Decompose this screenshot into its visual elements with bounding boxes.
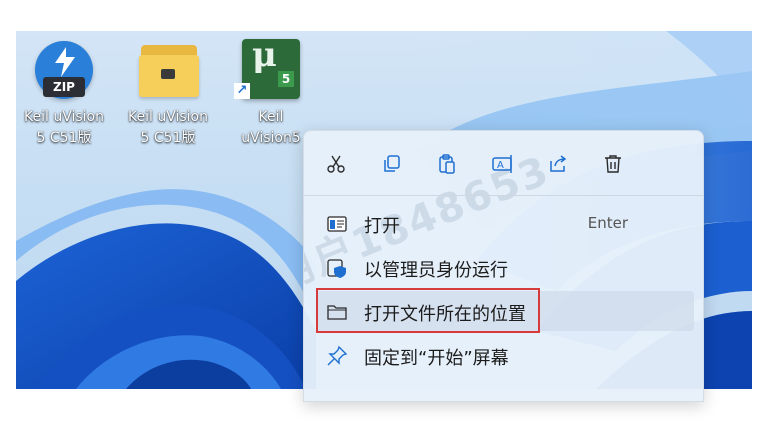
delete-icon[interactable] bbox=[598, 149, 628, 179]
desktop-icon-label: Keil uVision 5 C51版 bbox=[128, 109, 208, 146]
paste-icon[interactable] bbox=[432, 149, 462, 179]
desktop-icon-keil-zip[interactable]: ZIP Keil uVision 5 C51版 bbox=[16, 39, 114, 149]
folder-icon bbox=[137, 39, 199, 101]
menu-item-label: 以管理员身份运行 bbox=[364, 260, 508, 281]
version-badge: 5 bbox=[278, 71, 294, 87]
menu-item-pin-to-start[interactable]: 固定到“开始”屏幕 bbox=[316, 335, 694, 375]
menu-item-run-as-admin[interactable]: 以管理员身份运行 bbox=[316, 247, 694, 287]
pin-icon bbox=[327, 345, 348, 366]
svg-text:A: A bbox=[497, 160, 504, 171]
context-menu-toolbar: A bbox=[304, 131, 703, 196]
uvision-icon: μ 5 ↗ bbox=[234, 38, 302, 101]
menu-item-accelerator: Enter bbox=[587, 214, 628, 232]
context-menu: 用户1848653 A 打开 Enter 以管理员身份运行 打开文件所在的位置 … bbox=[303, 130, 704, 402]
menu-item-label: 打开 bbox=[364, 216, 400, 237]
desktop-icon-label: Keil uVision 5 C51版 bbox=[24, 109, 104, 146]
cut-icon[interactable] bbox=[321, 149, 351, 179]
share-icon[interactable] bbox=[543, 149, 573, 179]
highlight-annotation-box bbox=[316, 288, 540, 333]
zip-icon: ZIP bbox=[33, 39, 95, 101]
menu-item-label: 固定到“开始”屏幕 bbox=[364, 348, 509, 369]
open-app-icon bbox=[327, 216, 347, 232]
copy-icon[interactable] bbox=[377, 149, 407, 179]
zip-tag: ZIP bbox=[43, 77, 85, 97]
shortcut-arrow-icon: ↗ bbox=[234, 83, 250, 99]
rename-icon[interactable]: A bbox=[488, 149, 518, 179]
admin-shield-icon bbox=[327, 259, 346, 278]
menu-item-open[interactable]: 打开 Enter bbox=[316, 203, 694, 243]
desktop-icon-keil-folder[interactable]: Keil uVision 5 C51版 bbox=[118, 39, 218, 149]
